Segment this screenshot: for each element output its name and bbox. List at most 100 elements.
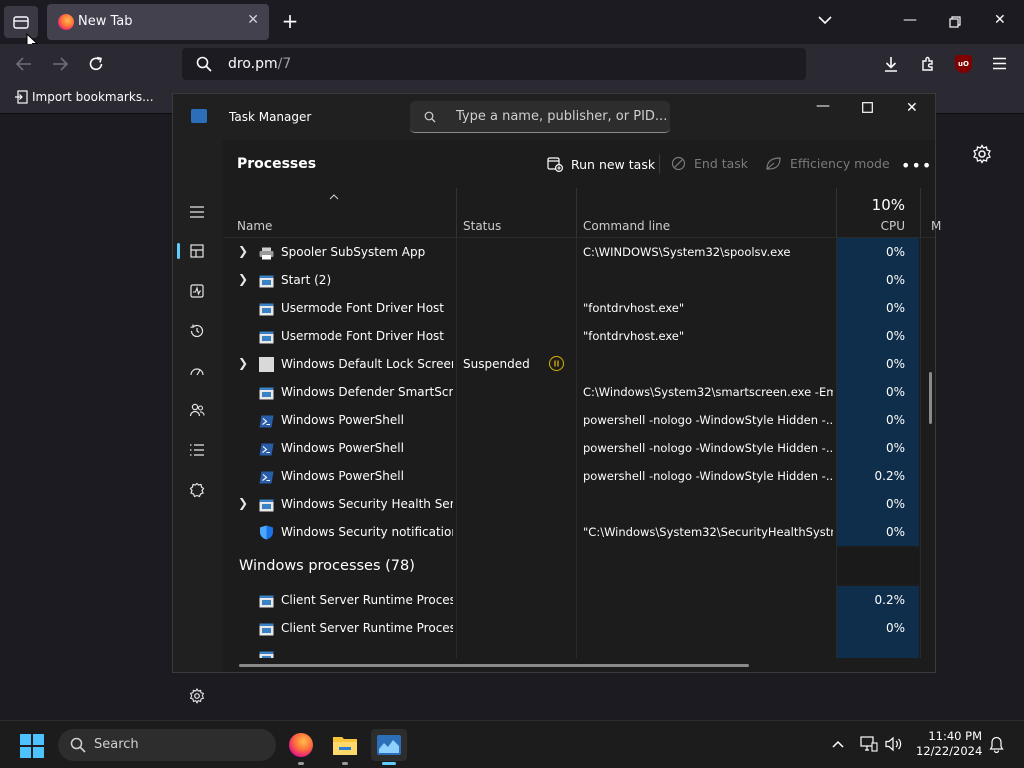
tab-close-icon[interactable]: ✕ [247,12,259,28]
cpu-value: 0% [885,497,905,511]
process-row[interactable]: ❯ Windows Security Health Servi... 0% [223,490,935,518]
taskbar-search-box[interactable]: Search [58,729,276,761]
more-options-icon[interactable]: ••• [901,156,932,175]
process-group-header[interactable]: Windows processes (78) [223,548,935,584]
system-clock[interactable]: 11:40 PM 12/22/2024 [916,729,982,759]
cpu-value: 0.2% [874,469,906,483]
cpu-cell: 0% [837,614,919,642]
nav-details[interactable] [185,438,209,462]
horizontal-scrollbar[interactable] [239,664,749,667]
hamburger-menu-icon[interactable] [992,57,1007,70]
nav-services[interactable] [185,478,209,502]
network-icon[interactable] [860,736,878,752]
nav-app-history[interactable] [185,319,209,343]
cpu-cell: 0% [837,238,919,266]
process-row[interactable]: ❯ Spooler SubSystem App C:\WINDOWS\System3… [223,238,935,266]
process-name: Spooler SubSystem App [281,245,426,259]
tm-minimize-icon[interactable]: — [816,98,830,114]
process-row-partial[interactable] [223,642,935,658]
process-row[interactable]: Usermode Font Driver Host "fontdrvhost.ex… [223,322,935,350]
nav-performance[interactable] [185,279,209,303]
cpu-value: 0% [885,525,905,539]
efficiency-mode-button[interactable]: Efficiency mode [765,156,890,171]
run-new-task-label: Run new task [571,156,656,172]
chevron-down-icon[interactable] [818,15,832,25]
folder-icon [333,737,357,755]
process-row[interactable]: Client Server Runtime Process 0% [223,614,935,642]
powershell-icon [259,441,274,456]
extensions-icon[interactable] [920,56,936,72]
column-header-command-line[interactable]: Command line [583,219,670,233]
column-header-cpu[interactable]: CPU [837,219,905,233]
running-indicator [342,762,348,765]
expand-chevron-icon[interactable]: ❯ [237,244,249,258]
nav-startup-apps[interactable] [185,359,209,383]
process-row[interactable]: ❯ Windows Default Lock Screen ... Suspende… [223,350,935,378]
column-header-memory[interactable]: M [931,219,941,233]
hamburger-menu-button[interactable] [185,200,209,224]
process-row[interactable]: Windows PowerShell powershell -nologo -Wi… [223,462,935,490]
process-search-input[interactable]: Type a name, publisher, or PID... [410,101,670,133]
minimize-icon[interactable]: — [903,12,917,28]
page-settings-gear-icon[interactable] [972,144,992,164]
download-icon[interactable] [883,56,899,72]
process-name: Windows PowerShell [281,413,404,427]
end-task-icon [671,156,686,171]
nav-settings[interactable] [185,684,209,708]
notification-bell-icon[interactable] [989,736,1004,753]
tm-close-icon[interactable]: ✕ [906,100,918,116]
column-header-status[interactable]: Status [463,219,501,233]
ublock-origin-icon[interactable]: uO [955,55,972,73]
arrow-left-icon [16,57,31,71]
taskbar-task-manager[interactable] [371,729,407,765]
search-placeholder: Type a name, publisher, or PID... [456,109,668,124]
column-header-name[interactable]: Name [237,219,272,233]
browser-tab-new-tab[interactable]: New Tab ✕ [47,4,269,40]
task-manager-icon [377,735,401,755]
forward-button[interactable] [50,54,70,74]
taskbar-firefox[interactable] [283,729,319,765]
vertical-scrollbar[interactable] [929,372,932,424]
process-row[interactable]: ❯ Start (2) 0% [223,266,935,294]
process-row[interactable]: Usermode Font Driver Host "fontdrvhost.ex… [223,294,935,322]
task-manager-title: Task Manager [229,110,312,124]
process-row[interactable]: Windows Defender SmartScreen C:\Windows\S… [223,378,935,406]
windows-logo-icon [20,734,44,758]
tm-maximize-icon[interactable] [862,102,873,113]
process-row[interactable]: Windows PowerShell powershell -nologo -Wi… [223,434,935,462]
url-bar[interactable]: dro.pm/7 [182,48,806,80]
sort-ascending-icon[interactable] [329,194,339,200]
process-row[interactable]: Windows PowerShell powershell -nologo -Wi… [223,406,935,434]
process-row[interactable]: Client Server Runtime Process 0.2% [223,586,935,614]
expand-chevron-icon[interactable]: ❯ [237,496,249,510]
import-bookmarks-link[interactable]: Import bookmarks... [14,90,154,104]
reload-button[interactable] [86,54,106,74]
taskbar-file-explorer[interactable] [327,729,363,765]
expand-chevron-icon[interactable]: ❯ [237,272,249,286]
volume-icon[interactable] [885,736,903,752]
restore-icon[interactable] [949,16,961,28]
cpu-cell: 0% [837,434,919,462]
process-status: Suspended [463,357,530,371]
cpu-value: 0% [885,441,905,455]
close-window-icon[interactable]: ✕ [994,12,1006,28]
expand-chevron-icon[interactable]: ❯ [237,356,249,370]
run-task-icon [547,157,563,172]
chevron-up-icon[interactable] [832,740,844,748]
start-button[interactable] [20,734,44,758]
process-row[interactable]: Windows Security notification... "C:\Wind… [223,518,935,546]
back-button[interactable] [14,54,34,74]
cpu-value: 0% [885,357,905,371]
run-new-task-button[interactable]: Run new task [547,156,655,172]
nav-processes[interactable] [185,239,209,263]
suspended-pause-icon [549,356,564,371]
import-bookmarks-label: Import bookmarks... [32,90,154,104]
new-tab-button[interactable]: + [280,10,300,32]
cpu-value: 0% [885,413,905,427]
url-path: /7 [277,56,292,72]
efficiency-mode-label: Efficiency mode [790,156,890,171]
nav-users[interactable] [185,398,209,422]
window-icon [259,497,274,512]
arrow-right-icon [53,57,68,71]
end-task-button[interactable]: End task [671,156,748,171]
